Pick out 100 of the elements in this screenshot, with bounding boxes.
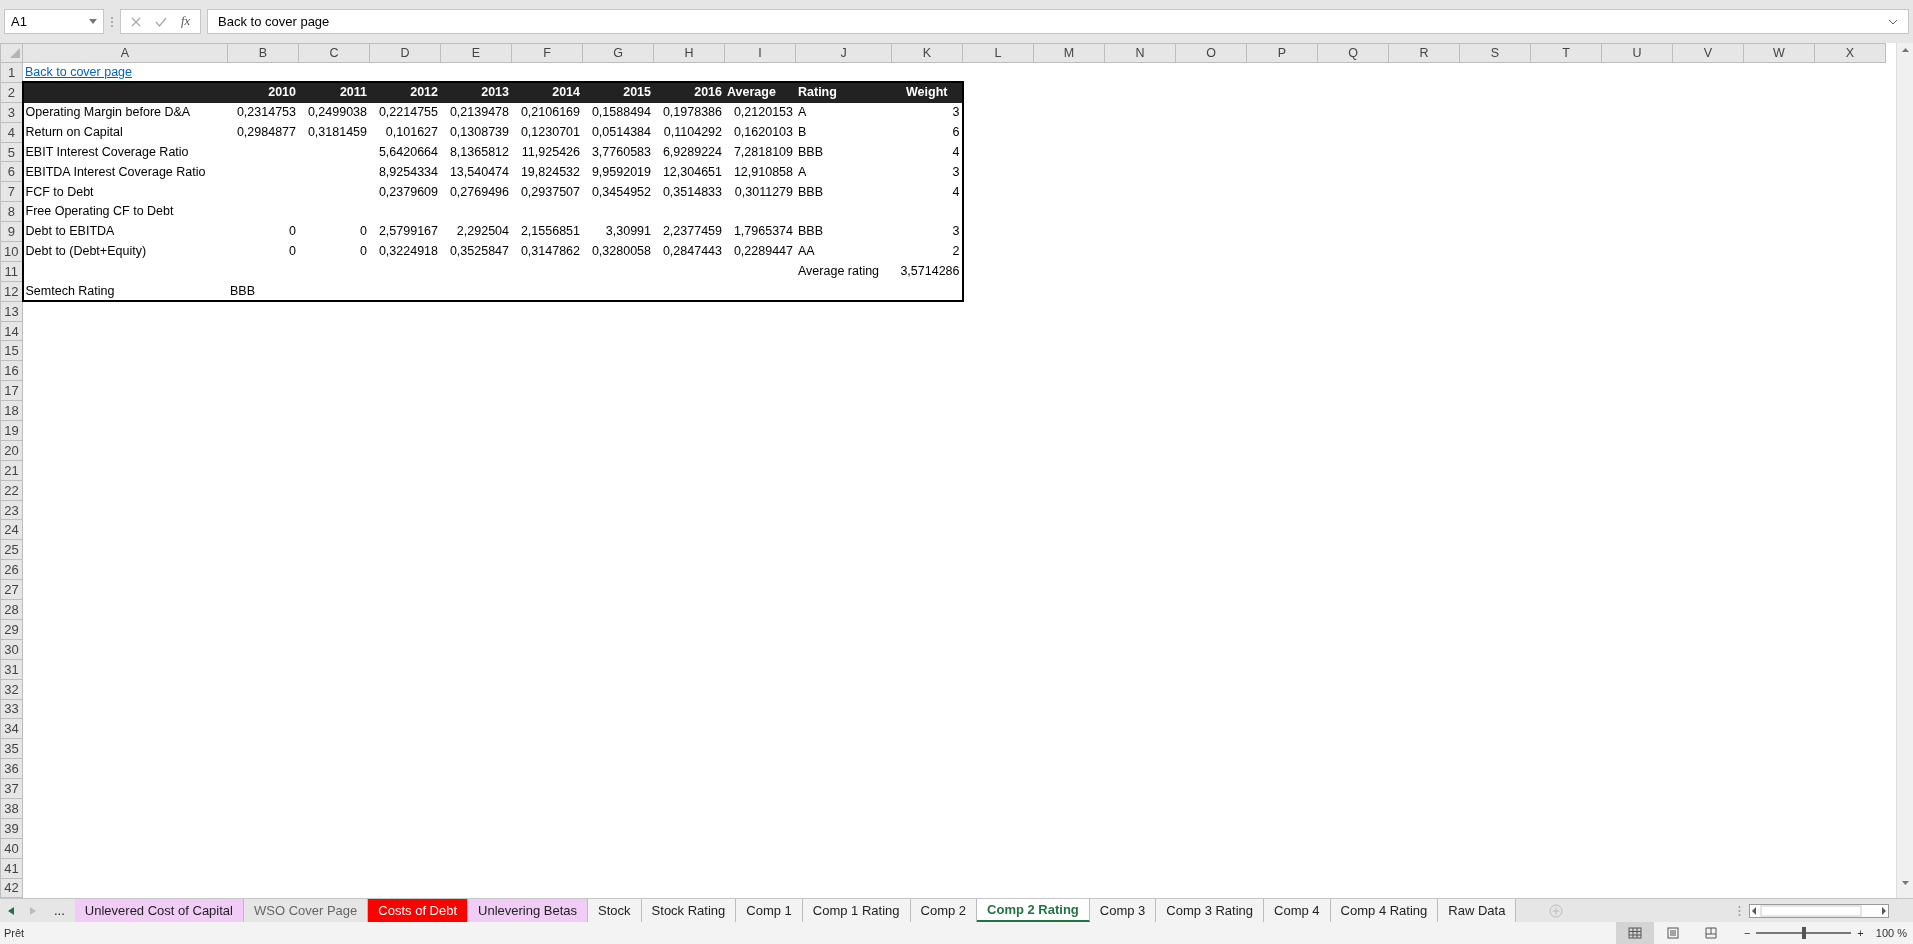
cancel-icon[interactable] bbox=[131, 16, 141, 27]
column-header[interactable]: C bbox=[298, 43, 370, 63]
column-header[interactable]: O bbox=[1175, 43, 1247, 63]
row-header[interactable]: 32 bbox=[0, 679, 23, 699]
row-header[interactable]: 38 bbox=[0, 798, 23, 819]
cover-page-link[interactable]: Back to cover page bbox=[25, 64, 132, 79]
column-header[interactable]: A bbox=[22, 43, 228, 63]
column-header[interactable]: U bbox=[1601, 43, 1673, 63]
row-header[interactable]: 40 bbox=[0, 838, 23, 859]
sheet-tab[interactable]: Comp 4 Rating bbox=[1330, 899, 1439, 922]
row-header[interactable]: 25 bbox=[0, 539, 23, 560]
row-header[interactable]: 16 bbox=[0, 360, 23, 381]
column-header[interactable]: N bbox=[1104, 43, 1176, 63]
sheet-tab[interactable]: Costs of Debt bbox=[368, 899, 469, 922]
column-header[interactable]: K bbox=[891, 43, 963, 63]
previous-sheet-icon[interactable] bbox=[8, 906, 14, 915]
column-header[interactable]: M bbox=[1033, 43, 1105, 63]
row-header[interactable]: 26 bbox=[0, 559, 23, 580]
row-header[interactable]: 37 bbox=[0, 778, 23, 799]
sheet-tab[interactable]: Stock Rating bbox=[641, 899, 737, 922]
column-header[interactable]: J bbox=[795, 43, 892, 63]
select-all-icon[interactable] bbox=[10, 48, 20, 59]
row-header[interactable]: 9 bbox=[0, 221, 23, 242]
row-header[interactable]: 2 bbox=[0, 82, 23, 103]
row-header[interactable]: 36 bbox=[0, 758, 23, 779]
column-header[interactable]: T bbox=[1530, 43, 1602, 63]
vertical-scrollbar[interactable] bbox=[1896, 43, 1913, 898]
more-options-icon[interactable] bbox=[110, 15, 114, 28]
row-header[interactable]: 20 bbox=[0, 440, 23, 461]
sheet-tab[interactable]: Unlevering Betas bbox=[468, 899, 589, 922]
row-header[interactable]: 3 bbox=[0, 102, 23, 123]
row-header[interactable]: 41 bbox=[0, 858, 23, 878]
row-header[interactable]: 18 bbox=[0, 400, 23, 421]
row-header[interactable]: 11 bbox=[0, 261, 23, 282]
add-sheet-icon[interactable] bbox=[1549, 903, 1564, 918]
column-header[interactable]: E bbox=[440, 43, 512, 63]
row-header[interactable]: 10 bbox=[0, 241, 23, 262]
horizontal-scrollbar[interactable] bbox=[1749, 903, 1889, 918]
row-header[interactable]: 21 bbox=[0, 460, 23, 481]
row-header[interactable]: 8 bbox=[0, 201, 23, 222]
sheet-tab[interactable]: Comp 1 bbox=[736, 899, 803, 922]
zoom-level[interactable]: 100 % bbox=[1875, 924, 1907, 942]
row-header[interactable]: 23 bbox=[0, 500, 23, 520]
row-header[interactable]: 15 bbox=[0, 340, 23, 361]
column-header[interactable]: H bbox=[653, 43, 725, 63]
sheet-tab[interactable]: Comp 2 Rating bbox=[977, 899, 1090, 922]
column-header[interactable]: Q bbox=[1317, 43, 1389, 63]
formula-input[interactable]: Back to cover page bbox=[207, 9, 1909, 34]
split-handle-icon[interactable] bbox=[1738, 904, 1741, 917]
row-header[interactable]: 28 bbox=[0, 599, 23, 620]
row-header[interactable]: 29 bbox=[0, 619, 23, 640]
check-icon[interactable] bbox=[155, 16, 167, 27]
row-header[interactable]: 34 bbox=[0, 718, 23, 739]
column-header[interactable]: W bbox=[1743, 43, 1815, 63]
column-header[interactable]: L bbox=[962, 43, 1034, 63]
row-header[interactable]: 22 bbox=[0, 480, 23, 501]
column-header[interactable]: P bbox=[1246, 43, 1318, 63]
sheet-tab[interactable]: Comp 1 Rating bbox=[802, 899, 911, 922]
sheet-tab[interactable]: Comp 2 bbox=[910, 899, 978, 922]
row-header[interactable]: 17 bbox=[0, 380, 23, 401]
column-header[interactable]: X bbox=[1814, 43, 1886, 63]
row-header[interactable]: 19 bbox=[0, 420, 23, 441]
row-header[interactable]: 5 bbox=[0, 142, 23, 162]
row-header[interactable]: 14 bbox=[0, 321, 23, 341]
row-header[interactable]: 12 bbox=[0, 281, 23, 302]
column-header[interactable]: S bbox=[1459, 43, 1531, 63]
column-header[interactable]: V bbox=[1672, 43, 1744, 63]
name-box[interactable]: A1 bbox=[4, 9, 104, 34]
insert-function-button[interactable]: fx bbox=[181, 12, 191, 31]
sheet-tab[interactable]: Comp 3 Rating bbox=[1156, 899, 1265, 922]
row-header[interactable]: 7 bbox=[0, 181, 23, 202]
sheet-tab[interactable]: Comp 4 bbox=[1264, 899, 1331, 922]
column-header[interactable]: R bbox=[1388, 43, 1460, 63]
column-header[interactable]: I bbox=[724, 43, 796, 63]
row-header[interactable]: 27 bbox=[0, 579, 23, 600]
next-sheet-icon[interactable] bbox=[30, 906, 36, 915]
column-header[interactable]: G bbox=[582, 43, 654, 63]
row-header[interactable]: 42 bbox=[0, 878, 23, 898]
row-header[interactable]: 4 bbox=[0, 122, 23, 143]
sheet-tab[interactable]: Stock bbox=[588, 899, 642, 922]
sheet-tab[interactable]: Raw Data bbox=[1438, 899, 1517, 922]
expand-icon[interactable] bbox=[1888, 18, 1898, 25]
zoom-slider-thumb[interactable] bbox=[1801, 927, 1806, 939]
row-header[interactable]: 24 bbox=[0, 520, 23, 540]
row-header[interactable]: 1 bbox=[0, 62, 23, 83]
zoom-in-button[interactable]: + bbox=[1857, 924, 1864, 942]
row-header[interactable]: 30 bbox=[0, 639, 23, 660]
normal-view-button[interactable] bbox=[1615, 922, 1654, 944]
row-header[interactable]: 33 bbox=[0, 699, 23, 719]
zoom-out-button[interactable]: − bbox=[1743, 924, 1751, 942]
row-header[interactable]: 6 bbox=[0, 161, 23, 182]
column-header[interactable]: B bbox=[227, 43, 299, 63]
column-header[interactable]: F bbox=[511, 43, 583, 63]
row-header[interactable]: 13 bbox=[0, 301, 23, 322]
row-header[interactable]: 39 bbox=[0, 818, 23, 839]
column-header[interactable]: D bbox=[369, 43, 441, 63]
row-header[interactable]: 35 bbox=[0, 738, 23, 759]
sheet-tab[interactable]: Unlevered Cost of Capital bbox=[74, 899, 244, 922]
row-header[interactable]: 31 bbox=[0, 659, 23, 680]
sheet-tab[interactable]: Comp 3 bbox=[1089, 899, 1157, 922]
